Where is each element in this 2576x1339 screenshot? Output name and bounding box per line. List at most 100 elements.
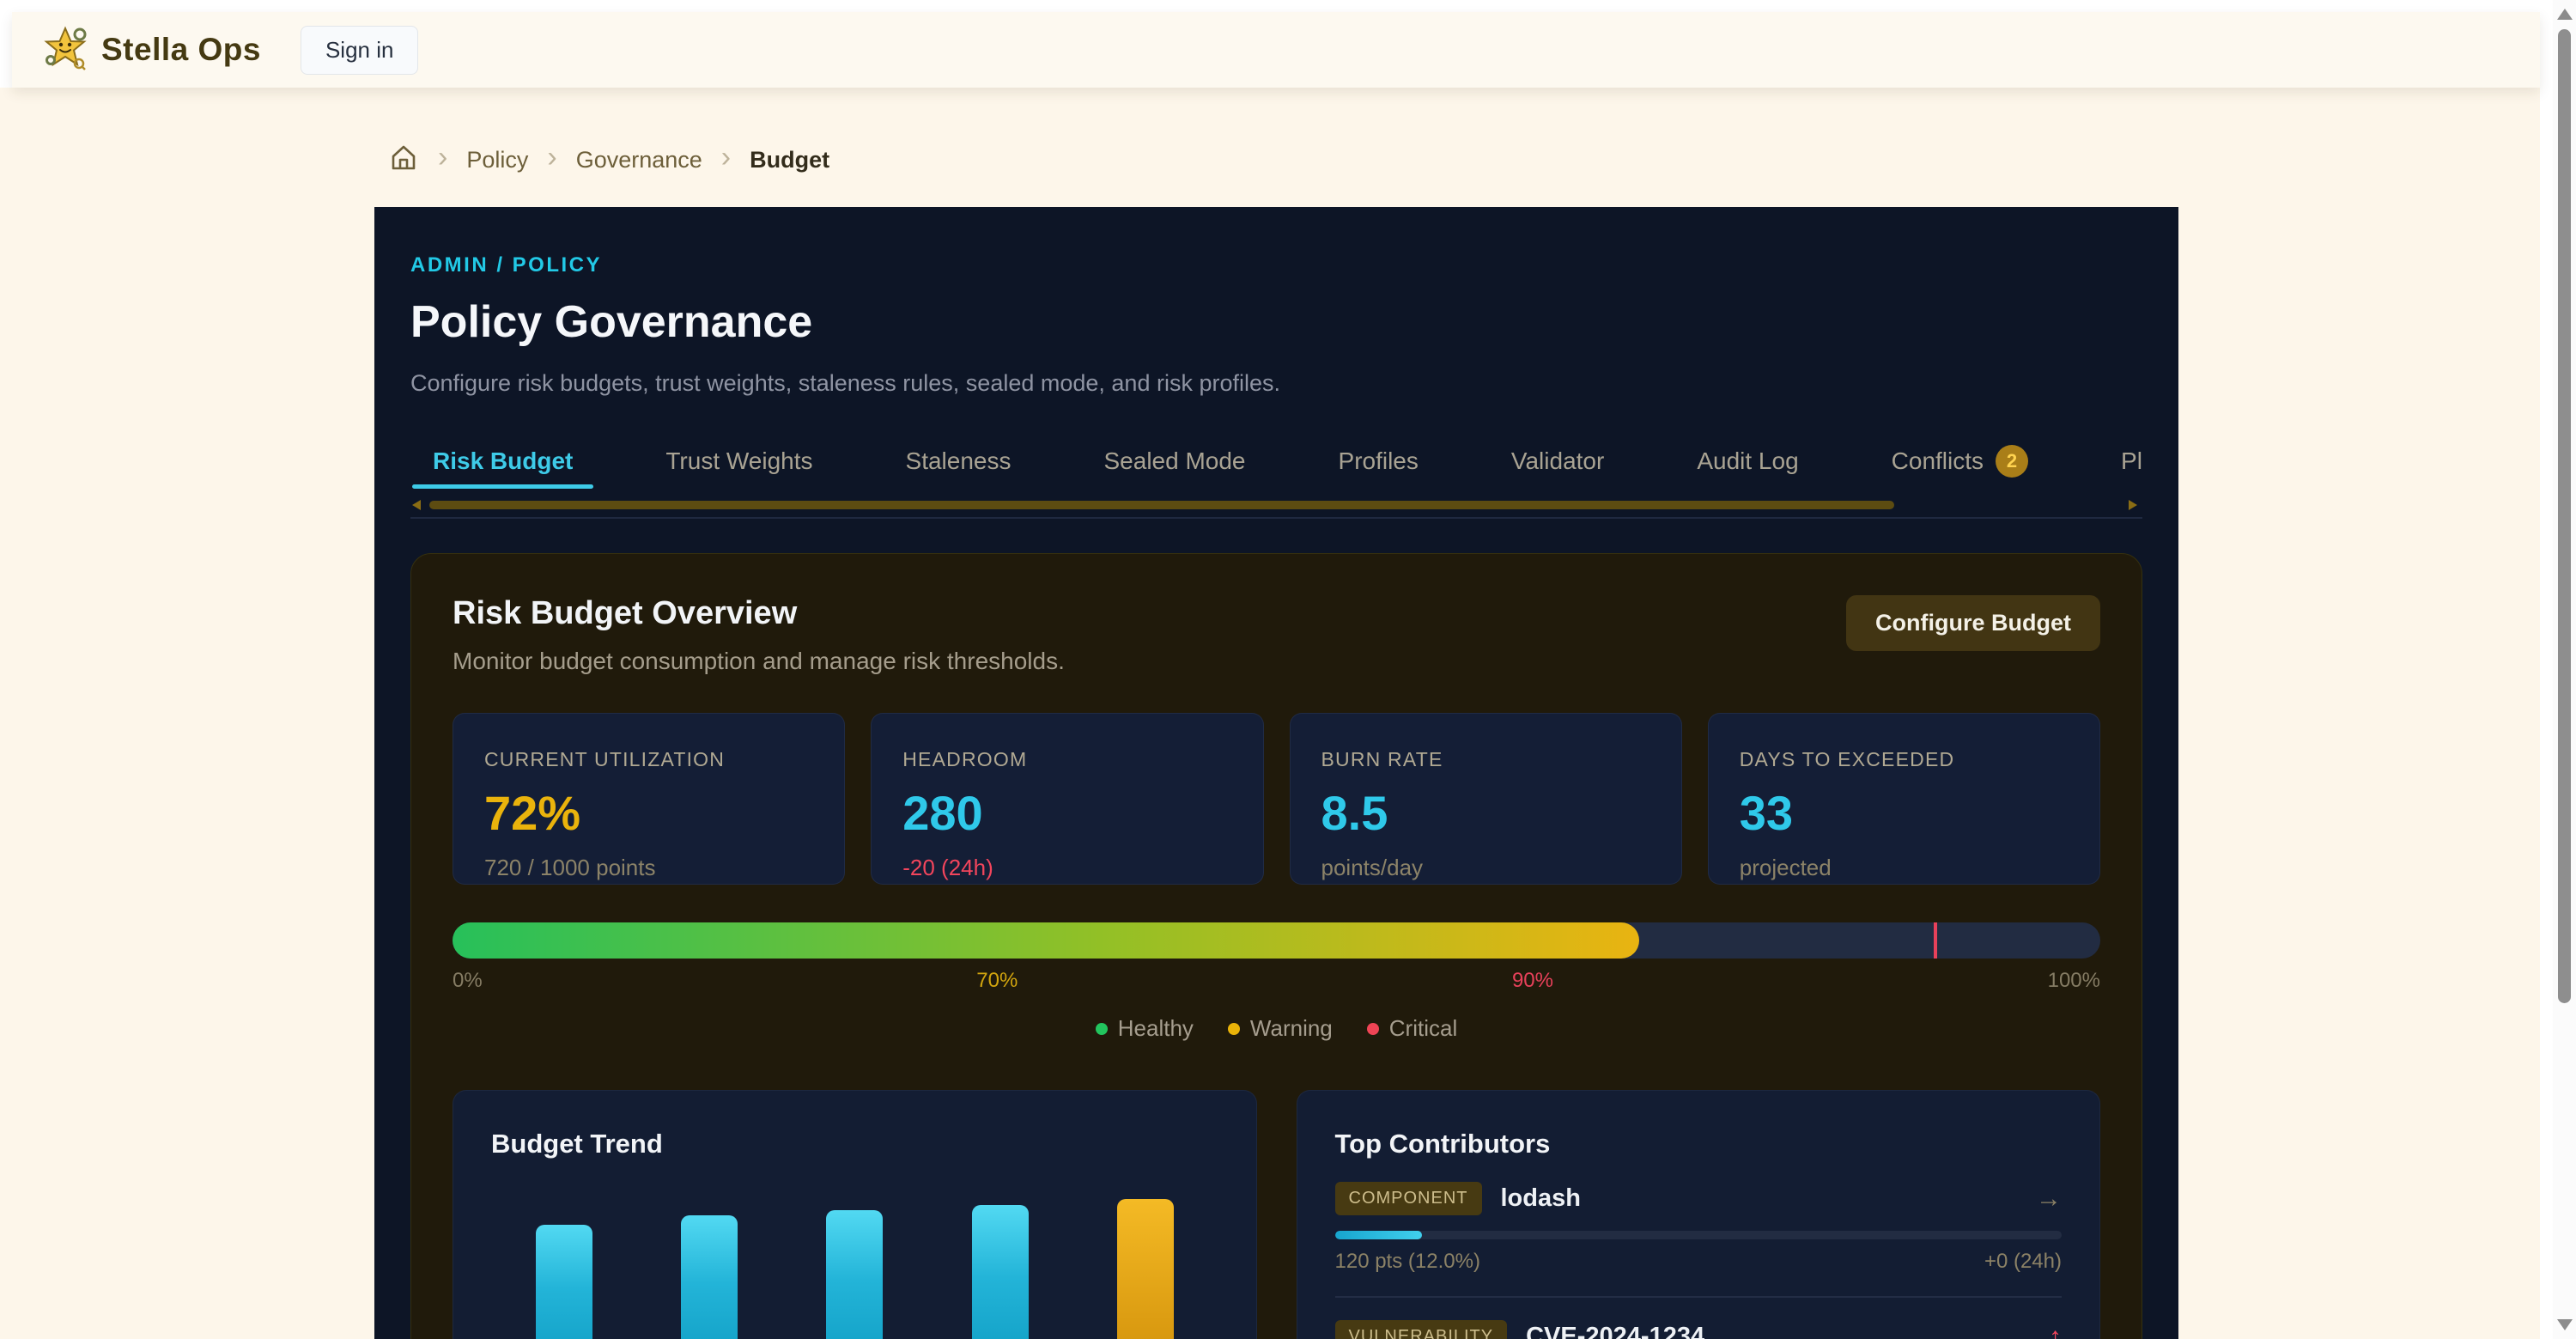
tab-trust-weights[interactable]: Trust Weights [643,447,835,475]
budget-trend-title: Budget Trend [491,1129,1218,1159]
tab-validator[interactable]: Validator [1489,447,1626,475]
stat-headroom: HEADROOM 280 -20 (24h) [871,713,1263,885]
tab-sealed-mode[interactable]: Sealed Mode [1082,447,1268,475]
top-contributors-title: Top Contributors [1335,1129,2063,1159]
contributor-points: 120 pts (12.0%) [1335,1250,1480,1274]
status-legend: Healthy Warning Critical [453,1015,2100,1042]
tab-risk-budget[interactable]: Risk Budget [410,447,595,475]
tabs-scrollbar-thumb[interactable] [429,501,1894,509]
stat-value: 280 [902,785,1231,841]
top-contributors-panel: Top Contributors COMPONENT lodash → [1297,1090,2101,1339]
trend-bar-current [1117,1199,1174,1339]
tab-label: Profiles [1339,447,1419,475]
stat-label: BURN RATE [1321,748,1650,771]
tab-label: Staleness [906,447,1012,475]
legend-label: Critical [1389,1015,1457,1042]
chevron-right-icon: › [547,143,556,172]
scale-90: 90% [1512,969,1553,993]
breadcrumb-governance[interactable]: Governance [576,147,702,173]
scroll-down-arrow-icon[interactable] [2557,1319,2573,1330]
page-title: Policy Governance [410,296,2142,348]
brand: Stella Ops [43,26,261,75]
stella-ops-logo-icon [43,26,88,75]
sign-in-button[interactable]: Sign in [301,26,419,75]
scroll-up-arrow-icon[interactable] [2557,9,2573,20]
tab-profiles[interactable]: Profiles [1316,447,1441,475]
tab-label: Conflicts [1892,447,1984,475]
legend-healthy: Healthy [1096,1015,1194,1042]
healthy-dot-icon [1096,1023,1108,1035]
stat-label: HEADROOM [902,748,1231,771]
chevron-right-icon: › [438,143,447,172]
divider [1335,1296,2063,1298]
stat-value: 33 [1740,785,2069,841]
trend-flat-arrow-icon: → [2036,1184,2062,1214]
stat-sub: points/day [1321,855,1650,881]
contributor-delta: +0 (24h) [1984,1250,2062,1274]
legend-warning: Warning [1228,1015,1333,1042]
stat-value: 8.5 [1321,785,1650,841]
trend-bar [972,1205,1029,1339]
stat-burn-rate: BURN RATE 8.5 points/day [1290,713,1682,885]
legend-label: Warning [1250,1015,1333,1042]
chevron-right-icon: › [721,143,731,172]
scrollbar-thumb[interactable] [2558,29,2571,1003]
type-chip: COMPONENT [1335,1182,1482,1215]
tab-label: Validator [1511,447,1604,475]
utilization-progress-bar [453,922,2100,959]
budget-trend-chart [491,1199,1218,1339]
tab-conflicts[interactable]: Conflicts 2 [1869,445,2050,478]
tab-truncated[interactable]: Pl [2099,447,2165,475]
budget-trend-panel: Budget Trend 12/1 12/8 12/15 12/22 12/29 [453,1090,1257,1339]
tab-staleness[interactable]: Staleness [884,447,1034,475]
overview-title: Risk Budget Overview [453,595,1065,632]
configure-budget-button[interactable]: Configure Budget [1846,595,2100,651]
stat-sub: projected [1740,855,2069,881]
utilization-scale: 0% 70% 90% 100% [453,969,2100,993]
stat-label: CURRENT UTILIZATION [484,748,813,771]
scale-70: 70% [976,969,1018,993]
contributor-name: CVE-2024-1234 [1526,1323,1704,1339]
stat-sub: 720 / 1000 points [484,855,813,881]
critical-threshold-marker [1934,922,1937,959]
trend-bar [536,1225,592,1339]
utilization-fill [453,922,1639,959]
legend-label: Healthy [1118,1015,1194,1042]
contributor-progress-track [1335,1231,2063,1239]
contributor-row-cve[interactable]: VULNERABILITY CVE-2024-1234 ↑ 95 pts (9.… [1335,1320,2063,1339]
tab-audit-log[interactable]: Audit Log [1674,447,1820,475]
stat-current-utilization: CURRENT UTILIZATION 72% 720 / 1000 point… [453,713,845,885]
stat-label: DAYS TO EXCEEDED [1740,748,2069,771]
tab-label: Risk Budget [433,447,573,475]
browser-vertical-scrollbar[interactable] [2553,0,2576,1339]
stat-cards: CURRENT UTILIZATION 72% 720 / 1000 point… [453,713,2100,885]
home-icon[interactable] [388,143,419,178]
trend-bar [681,1215,738,1339]
critical-dot-icon [1367,1023,1379,1035]
scroll-right-arrow-icon[interactable] [2129,500,2137,510]
breadcrumb-budget: Budget [750,147,829,173]
warning-dot-icon [1228,1023,1240,1035]
trend-bar [826,1210,883,1339]
contributor-progress-fill [1335,1231,1423,1239]
tabs-horizontal-scrollbar[interactable] [410,500,2142,510]
topbar: Stella Ops Sign in [12,12,2540,88]
scale-0: 0% [453,969,483,993]
overview-subtitle: Monitor budget consumption and manage ri… [453,648,1065,675]
tab-label: Sealed Mode [1104,447,1246,475]
conflicts-count-badge: 2 [1996,445,2028,478]
breadcrumb: › Policy › Governance › Budget [388,137,829,182]
screen: Stella Ops Sign in › Policy › Governance… [0,0,2576,1339]
tab-bar: Risk Budget Trust Weights Staleness Seal… [410,441,2142,481]
policy-governance-section: ADMIN / POLICY Policy Governance Configu… [374,207,2178,1339]
breadcrumb-policy[interactable]: Policy [466,147,528,173]
page-subtitle: Configure risk budgets, trust weights, s… [410,370,2142,397]
tab-label: Audit Log [1697,447,1798,475]
scroll-left-arrow-icon[interactable] [412,500,421,510]
contributor-row-lodash[interactable]: COMPONENT lodash → 120 pts (12.0%) +0 (2… [1335,1182,2063,1298]
contributor-name: lodash [1501,1184,1581,1213]
section-eyebrow: ADMIN / POLICY [410,253,2142,277]
type-chip: VULNERABILITY [1335,1320,1508,1339]
stat-sub: -20 (24h) [902,855,1231,881]
trend-up-arrow-icon: ↑ [2049,1323,2062,1339]
